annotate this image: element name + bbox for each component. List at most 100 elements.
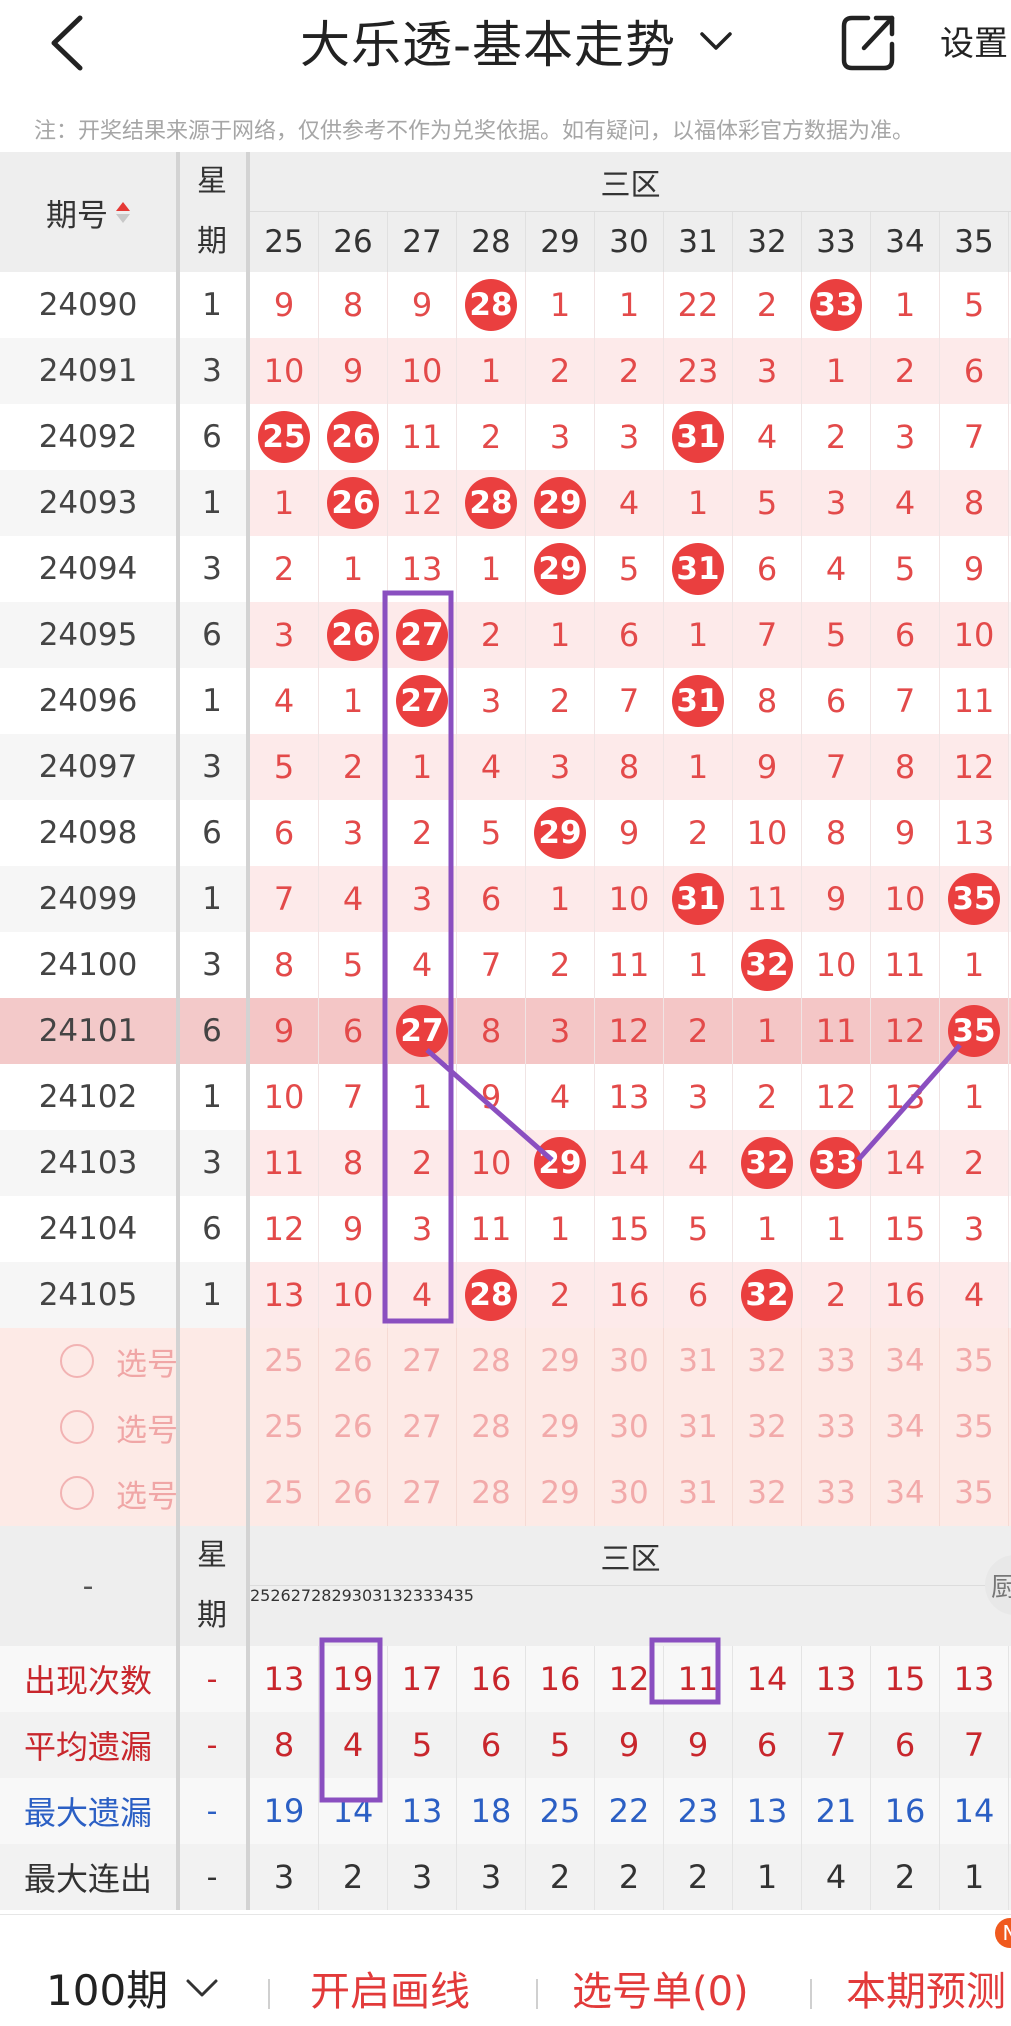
pick-number-button[interactable]: 34	[871, 1328, 940, 1394]
stats-row: 平均遗漏 -8 4 5 6 5 9 9 6 7 6 7	[0, 1712, 1011, 1778]
miss-count-cell: 2	[664, 998, 733, 1064]
stats-value-cell: 2	[595, 1844, 664, 1910]
issue-column-header[interactable]: 期号	[0, 152, 176, 272]
bottom-toolbar: 100期 开启画线 选号单(0) 本期预测	[0, 1914, 1011, 2026]
week-cell: 6	[178, 602, 246, 668]
pick-number-button[interactable]: 30	[595, 1394, 664, 1460]
pick-number-button[interactable]: 26	[319, 1328, 388, 1394]
pick-number-button[interactable]: 35	[940, 1460, 1009, 1526]
settings-button[interactable]: 设置	[940, 16, 1008, 65]
miss-count-cell: 4	[940, 1262, 1009, 1328]
pick-number-button[interactable]: 33	[802, 1460, 871, 1526]
share-button[interactable]	[838, 10, 898, 74]
period-selector[interactable]: 100期	[46, 1957, 222, 2018]
week-cell: 1	[202, 1079, 222, 1115]
miss-count-cell: 6	[664, 1262, 733, 1328]
pick-number-button[interactable]: 34	[871, 1394, 940, 1460]
pick-number-button[interactable]: 29	[526, 1328, 595, 1394]
stats-value-cell: 1	[940, 1844, 1009, 1910]
number-cells: 6 3 2 5 29 9 2 10 8 9 13	[250, 800, 1011, 866]
pick-number-button[interactable]: 27	[388, 1328, 457, 1394]
pick-number-button[interactable]: 33	[802, 1328, 871, 1394]
back-button[interactable]	[40, 8, 100, 78]
pick-number-button[interactable]: 25	[250, 1460, 319, 1526]
pick-number-button[interactable]: 32	[733, 1328, 802, 1394]
pick-number-button[interactable]: 29	[526, 1394, 595, 1460]
pick-number-button[interactable]: 31	[664, 1460, 733, 1526]
number-column-header: 35	[940, 212, 1009, 272]
number-cells: 25 26 11 2 3 3 31 4 2 3 7	[250, 404, 1011, 470]
pick-number-button[interactable]: 33	[802, 1394, 871, 1460]
pick-number-button[interactable]: 31	[664, 1394, 733, 1460]
pick-number-button[interactable]: 26	[319, 1460, 388, 1526]
pick-number-button[interactable]: 32	[733, 1460, 802, 1526]
miss-count-cell: 13	[871, 1064, 940, 1130]
number-column-header: 29	[331, 1586, 352, 1605]
stats-value-cell: 1	[733, 1844, 802, 1910]
miss-count-cell: 3	[733, 338, 802, 404]
pick-number-button[interactable]: 32	[733, 1394, 802, 1460]
pick-number-button[interactable]: 25	[250, 1328, 319, 1394]
pick-number-button[interactable]: 25	[250, 1394, 319, 1460]
issue-cell: 24105	[0, 1262, 176, 1328]
winning-ball: 32	[741, 1269, 793, 1321]
title-dropdown[interactable]: 大乐透-基本走势	[300, 6, 736, 76]
pick-number-button[interactable]: 34	[871, 1460, 940, 1526]
chevron-left-icon	[51, 15, 83, 71]
stats-value-cell: 13	[733, 1778, 802, 1844]
pick-number-button[interactable]: 30	[595, 1460, 664, 1526]
pick-number-button[interactable]: 28	[457, 1328, 526, 1394]
pick-number-button[interactable]: 29	[526, 1460, 595, 1526]
pick-number-button[interactable]: 28	[457, 1460, 526, 1526]
stats-label: 最大遗漏	[23, 1794, 152, 1832]
miss-count-cell: 1	[319, 536, 388, 602]
miss-count-cell: 2	[940, 1130, 1009, 1196]
pick-number-button[interactable]: 35	[940, 1328, 1009, 1394]
miss-count-cell: 10	[871, 866, 940, 932]
miss-count-cell: 4	[871, 470, 940, 536]
miss-count-cell: 2	[319, 734, 388, 800]
miss-count-cell: 1	[733, 1196, 802, 1262]
miss-count-cell: 4	[457, 734, 526, 800]
pick-label: 选号	[116, 1412, 178, 1449]
miss-count-cell: 3	[940, 1196, 1009, 1262]
pick-number-cells: 25 26 27 28 29 30 31 32 33 34 35	[250, 1394, 1011, 1460]
pick-toggle[interactable]: 选号	[0, 1460, 246, 1526]
pick-number-button[interactable]: 31	[664, 1328, 733, 1394]
predict-button[interactable]: 本期预测	[846, 1959, 1006, 2017]
miss-count-cell: 13	[388, 536, 457, 602]
miss-count-cell: 1	[457, 338, 526, 404]
winning-number-cell: 28	[457, 470, 526, 536]
toolbar-divider	[536, 1979, 538, 2009]
draw-line-button[interactable]: 开启画线	[310, 1959, 470, 2017]
pick-number-button[interactable]: 27	[388, 1460, 457, 1526]
issue-cell: 24093	[0, 470, 176, 536]
miss-count-cell: 5	[733, 470, 802, 536]
miss-count-cell: 11	[733, 866, 802, 932]
toolbar-divider	[810, 1979, 812, 2009]
stats-week-cell: -	[206, 1793, 218, 1829]
stats-value-cell: 11	[664, 1646, 733, 1712]
stats-label-header: -	[82, 1568, 94, 1604]
pick-number-button[interactable]: 26	[319, 1394, 388, 1460]
winning-ball: 31	[672, 411, 724, 463]
radio-circle-icon	[60, 1344, 94, 1378]
miss-count-cell: 3	[526, 734, 595, 800]
miss-count-cell: 3	[595, 404, 664, 470]
miss-count-cell: 9	[802, 866, 871, 932]
pick-toggle[interactable]: 选号	[0, 1394, 246, 1460]
stats-value-cell: 14	[940, 1778, 1009, 1844]
winning-number-cell: 28	[457, 272, 526, 338]
pick-number-button[interactable]: 27	[388, 1394, 457, 1460]
stats-value-cell: 15	[871, 1646, 940, 1712]
pick-number-button[interactable]: 35	[940, 1394, 1009, 1460]
pick-number-button[interactable]: 30	[595, 1328, 664, 1394]
pick-toggle[interactable]: 选号	[0, 1328, 246, 1394]
miss-count-cell: 2	[457, 602, 526, 668]
miss-count-cell: 3	[802, 470, 871, 536]
stats-value-cell: 22	[595, 1778, 664, 1844]
pick-number-button[interactable]: 28	[457, 1394, 526, 1460]
top-bar: 大乐透-基本走势 设置	[0, 0, 1011, 110]
winning-ball: 28	[465, 1269, 517, 1321]
pick-list-button[interactable]: 选号单(0)	[572, 1959, 749, 2017]
